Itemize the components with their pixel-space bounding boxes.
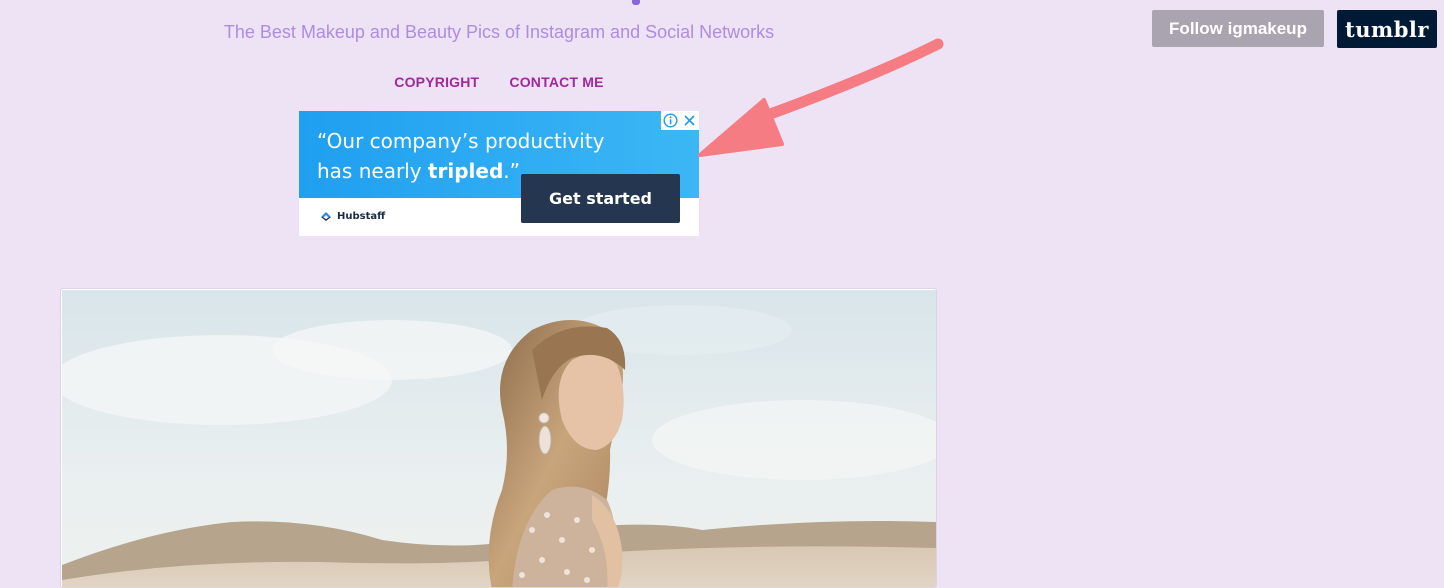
ad-quote-end: .” [503,159,520,183]
ad-brand-logo: Hubstaff [319,210,385,222]
hubstaff-logo-icon [321,212,331,221]
info-icon[interactable] [661,111,680,130]
follow-button[interactable]: Follow igmakeup [1152,10,1324,47]
nav-link-copyright[interactable]: COPYRIGHT [394,74,479,90]
ad-brand-name: Hubstaff [337,210,386,222]
post-photo[interactable] [62,290,936,588]
nav-link-contact[interactable]: CONTACT ME [509,74,603,90]
tumblr-logo-button[interactable]: tumblr [1337,10,1437,48]
blog-title-fragment [632,0,640,5]
ad-banner[interactable]: “Our company’s productivity has nearly t… [299,111,699,236]
pointer-arrow-icon [698,38,944,157]
post-card [60,288,937,588]
ad-quote-emphasis: tripled [427,159,504,183]
ad-get-started-button[interactable]: Get started [521,174,680,223]
